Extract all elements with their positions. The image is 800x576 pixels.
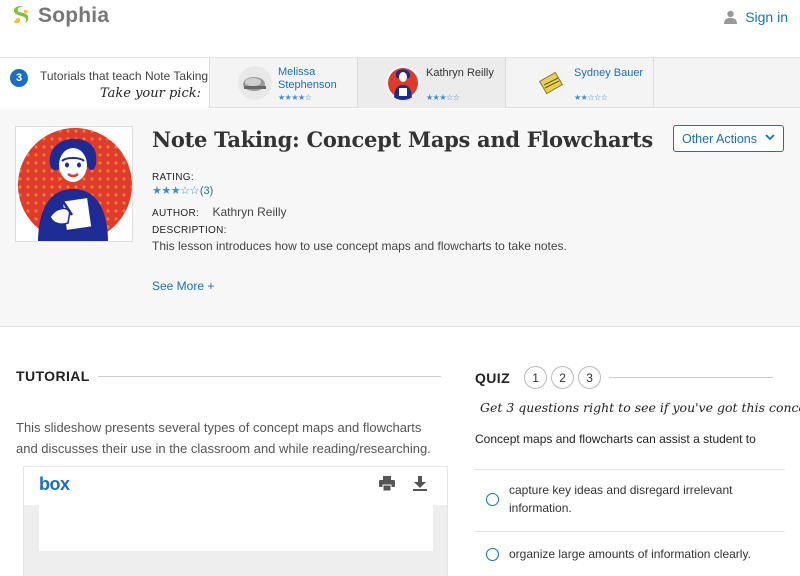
rating-label: RATING: xyxy=(152,172,194,183)
tutorial-author-name: Melissa Stephenson xyxy=(278,66,337,91)
description-label: DESCRIPTION: xyxy=(152,225,227,236)
quiz-option-2[interactable]: organize large amounts of information cl… xyxy=(475,531,785,576)
sign-in-label: Sign in xyxy=(745,9,788,25)
lesson-title: Note Taking: Concept Maps and Flowcharts xyxy=(152,127,653,152)
tutorial-strip-title: Tutorials that teach Note Taking xyxy=(40,69,209,83)
author-label: AUTHOR: xyxy=(152,208,200,219)
quiz-question-1-button[interactable]: 1 xyxy=(524,366,548,389)
take-your-pick-label: Take your pick: xyxy=(99,86,201,101)
other-actions-button[interactable]: Other Actions xyxy=(673,125,784,152)
quiz-question-2-button[interactable]: 2 xyxy=(551,366,575,389)
sophia-logo-icon xyxy=(13,6,29,26)
radio-button[interactable] xyxy=(486,548,499,561)
quiz-heading: QUIZ xyxy=(475,369,511,386)
lesson-header: Note Taking: Concept Maps and Flowcharts… xyxy=(0,109,800,327)
brand-name: Sophia xyxy=(38,4,110,27)
rating-count[interactable]: (3) xyxy=(200,185,213,197)
quiz-option-text: capture key ideas and disregard irreleva… xyxy=(509,483,733,515)
quiz-question-3-button[interactable]: 3 xyxy=(578,366,602,389)
download-icon[interactable] xyxy=(413,476,427,491)
quiz-option-1[interactable]: capture key ideas and disregard irreleva… xyxy=(475,469,785,531)
tutorial-rating-stars: ★★★★☆ xyxy=(278,93,312,102)
viewer-actions xyxy=(379,476,427,491)
quiz-hint: Get 3 questions right to see if you've g… xyxy=(480,400,800,415)
tutorial-section-header: TUTORIAL xyxy=(16,368,441,384)
section-divider xyxy=(97,375,441,377)
tutorial-strip-intro: 3 Tutorials that teach Note Taking Take … xyxy=(0,58,210,108)
tutorial-thumbnail xyxy=(386,66,420,100)
box-document-viewer[interactable]: box xyxy=(23,466,448,576)
tutorial-thumbnail xyxy=(238,66,272,100)
radio-button[interactable] xyxy=(486,493,499,506)
user-icon xyxy=(724,10,738,24)
tutorial-strip: 3 Tutorials that teach Note Taking Take … xyxy=(0,58,800,108)
print-icon[interactable] xyxy=(379,476,395,491)
author-row: AUTHOR: Kathryn Reilly xyxy=(152,205,286,219)
box-logo[interactable]: box xyxy=(39,474,70,495)
section-divider xyxy=(609,377,774,378)
lesson-rating[interactable]: ★★★☆☆ (3) xyxy=(152,184,213,198)
tutorial-thumbnail xyxy=(534,66,568,100)
chevron-down-icon xyxy=(765,133,775,144)
quiz-option-text: organize large amounts of information cl… xyxy=(509,547,751,561)
quiz-section-header: QUIZ 1 2 3 xyxy=(475,366,774,389)
sophia-logo[interactable]: Sophia xyxy=(10,4,109,28)
see-more-link[interactable]: See More + xyxy=(152,279,214,293)
tutorial-author-name: Sydney Bauer xyxy=(574,67,644,79)
rating-stars: ★★★☆☆ xyxy=(152,185,199,197)
tutorial-option-sydney[interactable]: Sydney Bauer ★★☆☆☆ xyxy=(506,58,654,108)
author-name: Kathryn Reilly xyxy=(212,205,287,219)
top-navbar: Sophia Sign in xyxy=(0,0,800,58)
tutorial-option-melissa[interactable]: Melissa Stephenson ★★★★☆ xyxy=(210,58,358,108)
quiz-question: Concept maps and flowcharts can assist a… xyxy=(475,432,756,446)
tutorial-rating-stars: ★★☆☆☆ xyxy=(574,93,608,102)
lesson-description: This lesson introduces how to use concep… xyxy=(152,239,567,253)
viewer-toolbar: box xyxy=(24,467,447,505)
tutorial-author-name: Kathryn Reilly xyxy=(426,67,494,79)
tutorial-rating-stars: ★★★☆☆ xyxy=(426,93,460,102)
lesson-image xyxy=(15,126,133,242)
tutorial-heading: TUTORIAL xyxy=(16,368,90,384)
other-actions-label: Other Actions xyxy=(681,131,758,146)
tutorial-option-kathryn[interactable]: Kathryn Reilly ★★★☆☆ xyxy=(358,58,506,108)
tutorial-description: This slideshow presents several types of… xyxy=(16,420,431,456)
document-page xyxy=(39,501,433,551)
quiz-question-nav: 1 2 3 xyxy=(524,366,602,389)
sign-in-button[interactable]: Sign in xyxy=(724,9,788,25)
tutorial-count-badge: 3 xyxy=(10,69,28,87)
